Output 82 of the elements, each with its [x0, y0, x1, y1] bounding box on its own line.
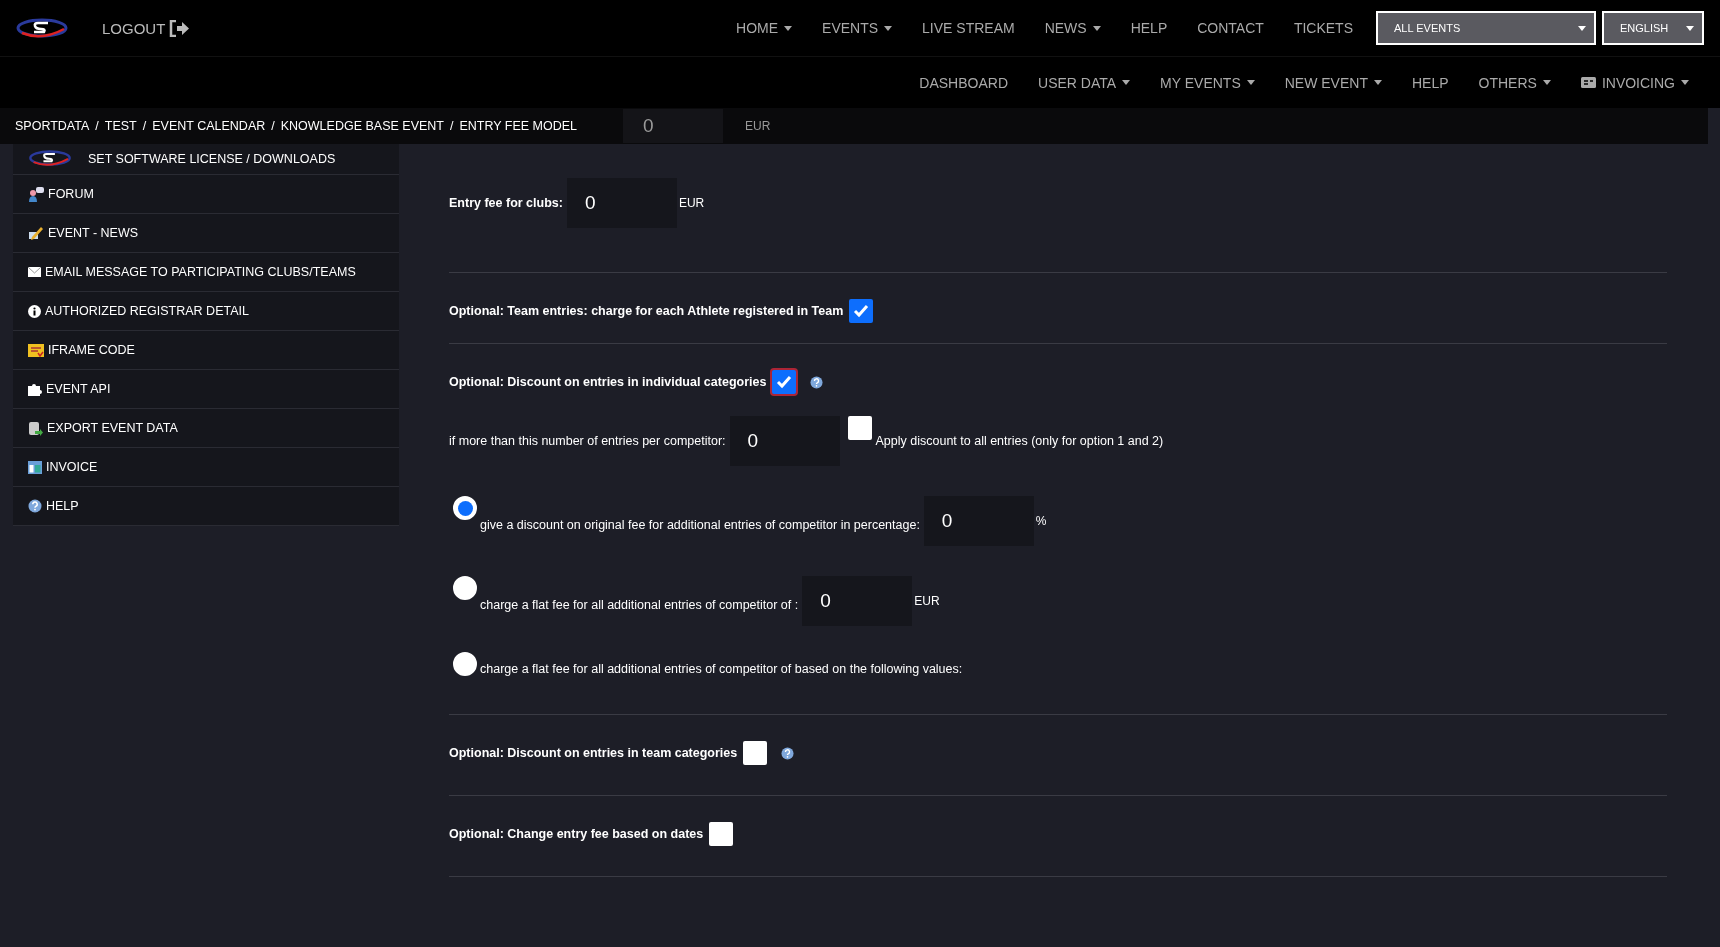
- option-label: Optional: Change entry fee based on dates: [449, 827, 704, 841]
- nav-link[interactable]: MY EVENTS: [1145, 74, 1270, 91]
- table-icon: [28, 460, 42, 474]
- logo-icon: [16, 17, 68, 39]
- option-label: charge a flat fee for all additional entries of competitor of :: [480, 598, 799, 612]
- option-label: charge a flat fee for all additional entries of competitor of based on the following values:: [480, 662, 963, 676]
- caret-icon: [1686, 25, 1694, 31]
- sidebar-item[interactable]: EVENT API: [13, 370, 399, 409]
- discount-value-field[interactable]: 0: [802, 576, 913, 626]
- currency-label: EUR: [745, 119, 771, 133]
- nav-link[interactable]: NEWS: [1029, 20, 1116, 36]
- check-icon: [853, 304, 870, 318]
- option-label: give a discount on original fee for additional entries of competitor in percentage:: [480, 518, 920, 532]
- language-select[interactable]: ENGLISH: [1602, 11, 1704, 45]
- help-icon: [810, 375, 824, 389]
- breadcrumb-link[interactable]: KNOWLEDGE BASE EVENT: [280, 119, 444, 133]
- option-label: Optional: Team entries: charge for each Athlete registered in Team: [449, 304, 844, 318]
- checkbox[interactable]: [772, 370, 797, 394]
- event-select[interactable]: ALL EVENTS: [1376, 11, 1596, 45]
- logout-icon: [169, 19, 190, 37]
- nav-link[interactable]: USER DATA: [1023, 74, 1146, 91]
- clubs-fee-field[interactable]: 0: [566, 178, 677, 228]
- logo-icon: [28, 148, 72, 167]
- checkbox[interactable]: [743, 741, 768, 765]
- nav-link[interactable]: CONTACT: [1182, 20, 1279, 36]
- puzzle-icon: [28, 382, 42, 396]
- breadcrumb-link[interactable]: EVENT CALENDAR: [152, 119, 266, 133]
- radio-button[interactable]: [453, 652, 477, 676]
- help-icon: [781, 746, 795, 760]
- nav-link[interactable]: INVOICING: [1565, 74, 1704, 91]
- nav-link[interactable]: HOME: [721, 20, 808, 36]
- sidebar-item[interactable]: INVOICE: [13, 448, 399, 487]
- unit-label: %: [1035, 514, 1047, 528]
- sidebar-item[interactable]: EVENT - NEWS: [13, 214, 399, 253]
- checkbox[interactable]: [847, 416, 872, 440]
- nav-link[interactable]: HELP: [1115, 20, 1183, 36]
- pencil-icon: [28, 225, 44, 241]
- radio-button[interactable]: [453, 576, 477, 600]
- breadcrumb-separator: /: [95, 119, 99, 133]
- breadcrumb-link[interactable]: TEST: [104, 119, 137, 133]
- nav-link[interactable]: EVENTS: [807, 20, 908, 36]
- invoice-icon: [1580, 77, 1596, 88]
- sidebar-item[interactable]: IFRAME CODE: [13, 331, 399, 370]
- checkbox[interactable]: [709, 822, 734, 846]
- checkbox[interactable]: [849, 299, 874, 323]
- officials-fee-field[interactable]: 0: [623, 109, 724, 143]
- option-label: Optional: Discount on entries in individual categories: [449, 375, 767, 389]
- nav-link[interactable]: NEW EVENT: [1269, 74, 1397, 91]
- person-chat-icon: [28, 186, 44, 202]
- sidebar-item[interactable]: FORUM: [13, 175, 399, 214]
- entries-count-field[interactable]: 0: [729, 416, 840, 466]
- sidebar-item[interactable]: EMAIL MESSAGE TO PARTICIPATING CLUBS/TEAMS: [13, 253, 399, 292]
- nav-link[interactable]: OTHERS: [1463, 74, 1566, 91]
- breadcrumb-link[interactable]: SPORTDATA: [15, 119, 90, 133]
- currency-label: EUR: [678, 196, 705, 210]
- field-label: if more than this number of entries per competitor:: [449, 434, 726, 448]
- check-icon: [776, 375, 793, 389]
- sidebar-item[interactable]: EXPORT EVENT DATA: [13, 409, 399, 448]
- sidebar-item[interactable]: AUTHORIZED REGISTRAR DETAIL: [13, 292, 399, 331]
- info-icon: [28, 304, 41, 318]
- breadcrumb-separator: /: [142, 119, 147, 133]
- nav-link[interactable]: LIVE STREAM: [907, 20, 1030, 36]
- breadcrumb-separator: /: [271, 119, 275, 133]
- field-label: Entry fee for clubs:: [449, 196, 563, 210]
- sidebar-item[interactable]: SET SOFTWARE LICENSE / DOWNLOADS: [13, 144, 399, 175]
- option-label: Optional: Discount on entries in team categories: [449, 746, 738, 760]
- nav-link[interactable]: DASHBOARD: [904, 74, 1023, 91]
- radio-button[interactable]: [453, 496, 477, 520]
- sidebar-item[interactable]: HELP: [13, 487, 399, 526]
- nav-link[interactable]: HELP: [1396, 74, 1464, 91]
- discount-value-field[interactable]: 0: [923, 496, 1034, 546]
- code-icon: [28, 343, 44, 357]
- unit-label: EUR: [914, 594, 940, 608]
- help-icon: [28, 499, 42, 513]
- caret-icon: [1578, 25, 1586, 31]
- export-icon: [28, 420, 43, 436]
- logout-link[interactable]: LOGOUT: [102, 19, 190, 37]
- nav-link[interactable]: TICKETS: [1278, 20, 1368, 36]
- breadcrumb-link[interactable]: ENTRY FEE MODEL: [459, 119, 578, 133]
- envelope-icon: [28, 267, 41, 277]
- option-label: Apply discount to all entries (only for option 1 and 2): [875, 434, 1164, 448]
- breadcrumb-separator: /: [449, 119, 454, 133]
